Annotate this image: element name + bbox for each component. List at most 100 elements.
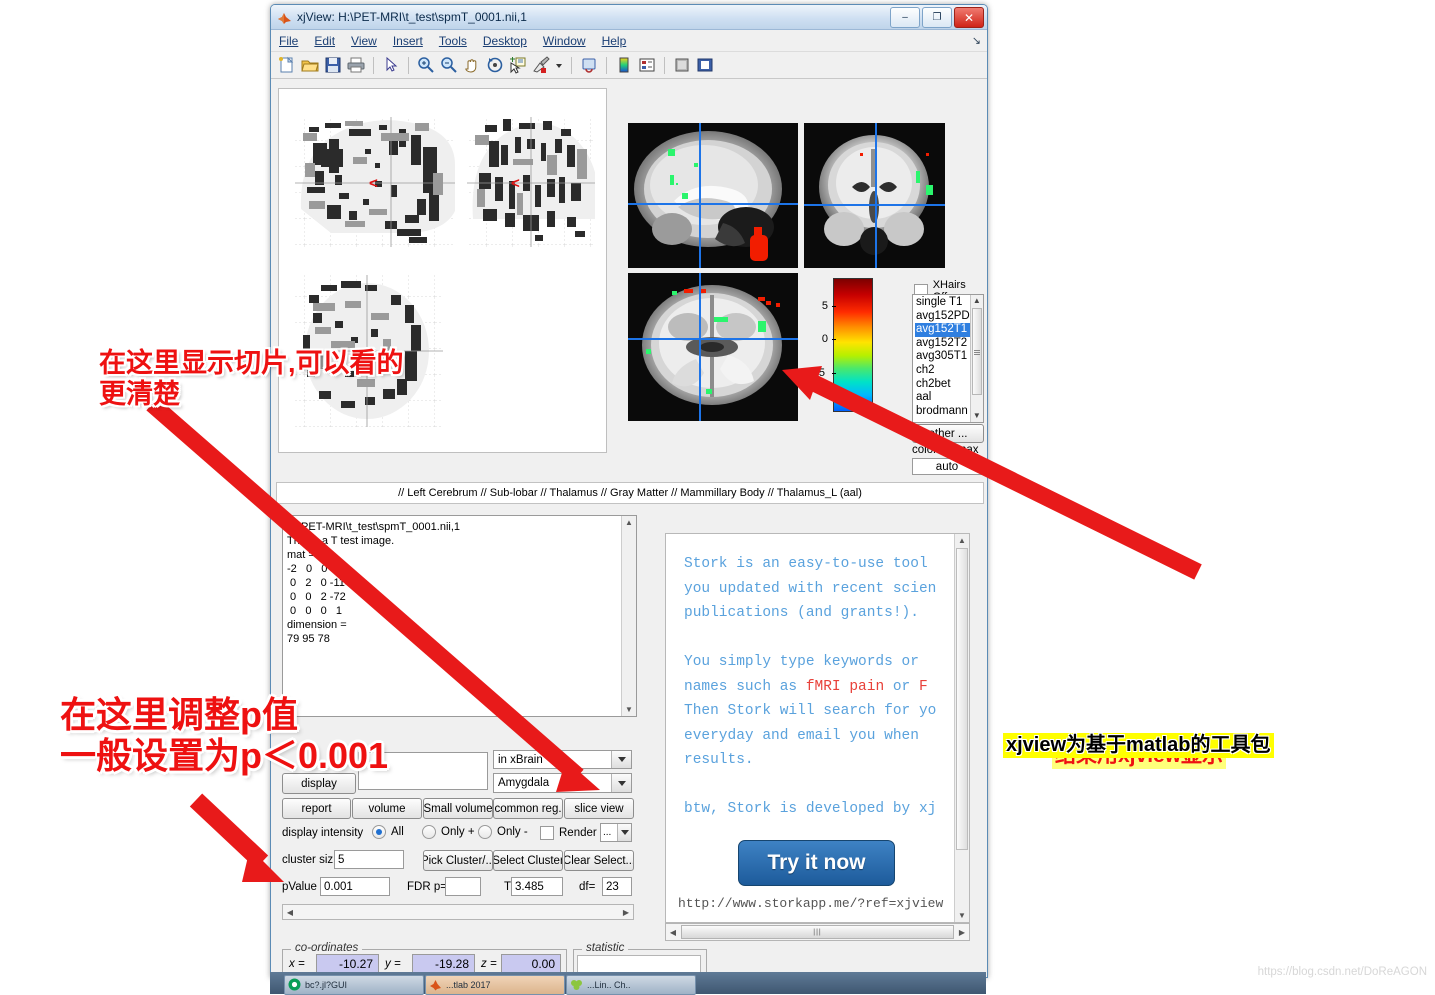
template-item-brodmann[interactable]: brodmann xyxy=(915,405,970,419)
image-info-box[interactable]: H:\PET-MRI\t_test\spmT_0001.nii,1 This i… xyxy=(282,515,637,717)
pointer-icon[interactable] xyxy=(381,55,401,75)
template-item-ch2[interactable]: ch2 xyxy=(915,364,970,378)
template-listbox[interactable]: single T1 avg152PD avg152T1 avg152T2 avg… xyxy=(912,294,984,423)
template-list-scrollbar[interactable]: ▲ ▼ xyxy=(969,295,983,422)
other-template-button[interactable]: other ... xyxy=(912,424,984,443)
radio-only-plus-button[interactable] xyxy=(422,825,436,839)
menu-edit[interactable]: Edit xyxy=(314,34,335,48)
minimize-button[interactable]: – xyxy=(890,7,920,28)
scroll-down-icon[interactable]: ▼ xyxy=(622,703,636,716)
checkbox-box[interactable] xyxy=(540,826,554,840)
chevron-down-icon[interactable] xyxy=(617,824,631,841)
axial-slice[interactable] xyxy=(628,273,798,421)
show-plot-tools-icon[interactable] xyxy=(695,55,715,75)
taskbar-item-2[interactable]: ...tlab 2017 xyxy=(425,975,565,995)
template-item-single-t1[interactable]: single T1 xyxy=(915,296,970,310)
render-checkbox[interactable]: Render . xyxy=(540,826,603,840)
radio-only-plus[interactable]: Only + xyxy=(422,825,475,839)
ad-keyword-fmri-pain: fMRI pain xyxy=(805,678,885,695)
zoom-in-icon[interactable] xyxy=(416,55,436,75)
save-figure-icon[interactable] xyxy=(323,55,343,75)
taskbar-item-1[interactable]: bc?.jl?GUI xyxy=(284,975,424,995)
stork-url-link[interactable]: http://www.storkapp.me/?ref=xjview xyxy=(678,896,943,911)
select-cluster-button[interactable]: Select Cluster xyxy=(493,850,563,871)
menu-window[interactable]: Window xyxy=(543,34,586,48)
ad-scrollbar[interactable]: ▲ ▼ xyxy=(954,534,969,922)
print-figure-icon[interactable] xyxy=(346,55,366,75)
df-field[interactable]: 23 xyxy=(602,877,632,896)
radio-all-button[interactable] xyxy=(372,825,386,839)
scroll-right-icon[interactable]: ▶ xyxy=(955,928,969,937)
slice-view-button[interactable]: slice view xyxy=(564,798,634,819)
template-item-avg305t1[interactable]: avg305T1 xyxy=(915,350,970,364)
menu-overflow-icon[interactable]: ↘ xyxy=(972,34,981,47)
colorbar-icon[interactable] xyxy=(614,55,634,75)
hide-plot-tools-icon[interactable] xyxy=(672,55,692,75)
report-button[interactable]: report xyxy=(282,798,351,819)
in-brain-combo[interactable]: in xBrain xyxy=(493,750,632,769)
brush-icon[interactable] xyxy=(531,55,551,75)
menu-desktop[interactable]: Desktop xyxy=(483,34,527,48)
template-item-avg152t2[interactable]: avg152T2 xyxy=(915,337,970,351)
coronal-slice[interactable] xyxy=(804,123,945,268)
scroll-down-icon[interactable]: ▼ xyxy=(955,909,969,922)
stork-ad-panel[interactable]: Stork is an easy-to-use tool you updated… xyxy=(665,533,970,923)
scroll-up-icon[interactable]: ▲ xyxy=(971,295,983,307)
close-button[interactable]: ✕ xyxy=(954,7,984,28)
x-coordinate-field[interactable]: -10.27 xyxy=(316,954,379,973)
template-item-avg152pd[interactable]: avg152PD xyxy=(915,310,970,324)
y-coordinate-field[interactable]: -19.28 xyxy=(412,954,475,973)
link-plot-icon[interactable] xyxy=(579,55,599,75)
scroll-left-icon[interactable]: ◀ xyxy=(666,928,680,937)
radio-all[interactable]: All xyxy=(372,825,404,839)
scroll-right-icon[interactable]: ▶ xyxy=(619,908,633,917)
scroll-up-icon[interactable]: ▲ xyxy=(955,534,969,547)
scrollbar-thumb[interactable] xyxy=(956,548,968,850)
try-it-now-button[interactable]: Try it now xyxy=(738,840,895,886)
radio-only-minus-button[interactable] xyxy=(478,825,492,839)
colorbar-max-field[interactable]: auto xyxy=(912,458,982,475)
legend-icon[interactable] xyxy=(637,55,657,75)
region-combo[interactable]: Amygdala xyxy=(493,773,632,793)
small-volume-button[interactable]: Small volume xyxy=(423,798,493,819)
ad-hscrollbar[interactable]: ◀ ||| ▶ xyxy=(665,923,970,941)
menu-insert[interactable]: Insert xyxy=(393,34,423,48)
clear-select-button[interactable]: Clear Select... xyxy=(564,850,634,871)
template-item-avg152t1[interactable]: avg152T1 xyxy=(915,323,970,337)
volume-button[interactable]: volume xyxy=(352,798,422,819)
pick-cluster-button[interactable]: Pick Cluster/... xyxy=(423,850,493,871)
render-combo[interactable]: ... xyxy=(600,823,632,842)
menu-view[interactable]: View xyxy=(351,34,377,48)
chevron-down-icon[interactable] xyxy=(611,751,631,768)
template-item-aal[interactable]: aal xyxy=(915,391,970,405)
sagittal-slice[interactable] xyxy=(628,123,798,268)
data-cursor-icon[interactable] xyxy=(508,55,528,75)
fdr-field[interactable] xyxy=(445,877,481,896)
open-file-icon[interactable] xyxy=(300,55,320,75)
scrollbar-thumb[interactable]: ||| xyxy=(681,925,954,939)
zoom-out-icon[interactable] xyxy=(439,55,459,75)
common-reg-button[interactable]: common reg. xyxy=(493,798,563,819)
pvalue-field[interactable]: 0.001 xyxy=(320,877,390,896)
chevron-down-icon[interactable] xyxy=(611,774,631,792)
controls-hscrollbar[interactable]: ◀ ▶ xyxy=(282,904,634,920)
menu-tools[interactable]: Tools xyxy=(439,34,467,48)
scroll-up-icon[interactable]: ▲ xyxy=(622,516,636,529)
scroll-left-icon[interactable]: ◀ xyxy=(283,908,297,917)
menu-file[interactable]: File xyxy=(279,34,298,48)
pan-icon[interactable] xyxy=(462,55,482,75)
scroll-down-icon[interactable]: ▼ xyxy=(971,410,983,422)
rotate-3d-icon[interactable] xyxy=(485,55,505,75)
z-coordinate-field[interactable]: 0.00 xyxy=(501,954,561,973)
maximize-button[interactable]: ❐ xyxy=(922,7,952,28)
new-figure-icon[interactable] xyxy=(277,55,297,75)
info-scrollbar[interactable]: ▲ ▼ xyxy=(621,516,636,716)
radio-only-minus[interactable]: Only - xyxy=(478,825,528,839)
taskbar-item-3[interactable]: ...Lin.. Ch.. xyxy=(566,975,696,995)
toolbar-separator xyxy=(571,56,572,74)
menu-help[interactable]: Help xyxy=(602,34,627,48)
t-field[interactable]: 3.485 xyxy=(511,877,563,896)
cluster-size-field[interactable]: 5 xyxy=(334,850,404,869)
brush-dropdown-icon[interactable] xyxy=(554,55,564,75)
template-item-ch2bet[interactable]: ch2bet xyxy=(915,378,970,392)
